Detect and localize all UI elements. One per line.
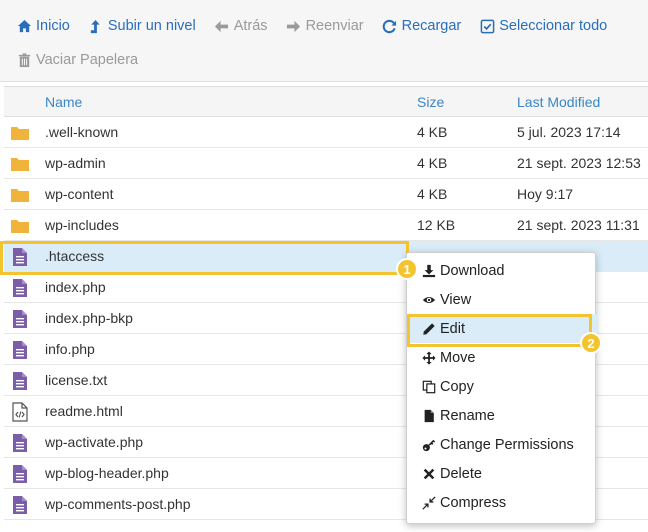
menu-item-copy[interactable]: Copy [407, 372, 597, 401]
folder-icon [10, 216, 30, 236]
copy-icon [421, 379, 437, 395]
up-level-button[interactable]: Subir un nivel [88, 18, 196, 34]
key-icon [421, 437, 437, 453]
html-file-icon [10, 402, 30, 422]
empty-trash-button[interactable]: Vaciar Papelera [16, 52, 138, 68]
menu-item-move[interactable]: Move [407, 343, 597, 372]
menu-item-compress[interactable]: Compress [407, 488, 597, 517]
reload-icon [382, 18, 398, 34]
menu-item-change-permissions[interactable]: Change Permissions [407, 430, 597, 459]
up-level-label: Subir un nivel [107, 18, 196, 34]
file-name: index.php-bkp [45, 310, 133, 326]
menu-item-label: Copy [440, 378, 474, 395]
menu-item-view[interactable]: View [407, 285, 597, 314]
menu-item-label: View [440, 291, 472, 308]
column-header-name[interactable]: Name [45, 94, 82, 110]
back-label: Atrás [233, 18, 268, 34]
toolbar: Inicio Subir un nivel Atrás Reenviar Rec… [0, 0, 648, 82]
menu-item-download[interactable]: Download [407, 256, 597, 285]
home-icon [16, 18, 32, 34]
file-modified: Hoy 9:17 [517, 186, 574, 202]
menu-item-label: Download [440, 262, 505, 279]
file-size: 12 KB [417, 217, 456, 233]
file-icon [10, 278, 30, 298]
highlight-edit [407, 314, 592, 347]
reload-button[interactable]: Recargar [382, 18, 462, 34]
folder-icon [10, 185, 30, 205]
file-icon [10, 464, 30, 484]
folder-icon [10, 154, 30, 174]
folder-icon [10, 123, 30, 143]
file-icon [10, 340, 30, 360]
file-name: wp-content [45, 186, 114, 202]
menu-item-delete[interactable]: Delete [407, 459, 597, 488]
column-header-modified[interactable]: Last Modified [517, 94, 600, 110]
toolbar-row-2: Vaciar Papelera [16, 48, 156, 72]
file-modified: 5 jul. 2023 17:14 [517, 124, 621, 140]
menu-item-label: Compress [440, 494, 507, 511]
toolbar-row-1: Inicio Subir un nivel Atrás Reenviar Rec… [16, 14, 625, 38]
menu-item-rename[interactable]: Rename [407, 401, 597, 430]
arrow-right-icon [286, 18, 302, 34]
eye-icon [421, 292, 437, 308]
menu-item-label: Rename [440, 407, 495, 424]
file-name: wp-activate.php [45, 434, 144, 450]
forward-label: Reenviar [305, 18, 364, 34]
menu-item-label: Delete [440, 465, 482, 482]
file-name: wp-comments-post.php [45, 496, 191, 512]
trash-icon [16, 52, 32, 68]
column-header-size[interactable]: Size [417, 94, 444, 110]
file-name: wp-includes [45, 217, 119, 233]
empty-trash-label: Vaciar Papelera [36, 52, 139, 68]
step-badge-2: 2 [580, 332, 602, 354]
file-modified: 21 sept. 2023 11:31 [517, 217, 640, 233]
download-icon [421, 263, 437, 279]
level-up-icon [88, 18, 104, 34]
file-size: 4 KB [417, 155, 448, 171]
home-label: Inicio [36, 18, 70, 34]
back-button[interactable]: Atrás [214, 18, 268, 34]
file-modified: 21 sept. 2023 12:53 [517, 155, 641, 171]
table-row[interactable]: wp-content 4 KB Hoy 9:17 [4, 179, 648, 210]
move-icon [421, 350, 437, 366]
table-row[interactable]: wp-includes 12 KB 21 sept. 2023 11:31 [4, 210, 648, 241]
menu-item-label: Change Permissions [440, 436, 574, 453]
forward-button[interactable]: Reenviar [286, 18, 364, 34]
file-icon [10, 309, 30, 329]
file-size: 4 KB [417, 186, 448, 202]
file-icon [10, 371, 30, 391]
table-header: Name Size Last Modified [4, 86, 648, 117]
compress-icon [421, 495, 437, 511]
highlight-htaccess [0, 241, 409, 275]
reload-label: Recargar [401, 18, 462, 34]
table-row[interactable]: .well-known 4 KB 5 jul. 2023 17:14 [4, 117, 648, 148]
home-button[interactable]: Inicio [16, 18, 70, 34]
table-row[interactable]: wp-admin 4 KB 21 sept. 2023 12:53 [4, 148, 648, 179]
file-name: license.txt [45, 372, 108, 388]
step-badge-1: 1 [396, 258, 418, 280]
file-name: index.php [45, 279, 106, 295]
context-menu: Download View Edit Move Copy Rename Change Per… [406, 252, 597, 524]
file-name: wp-blog-header.php [45, 465, 169, 481]
file-icon [421, 408, 437, 424]
file-icon [10, 433, 30, 453]
file-name: readme.html [45, 403, 123, 419]
menu-item-label: Move [440, 349, 476, 366]
arrow-left-icon [214, 18, 230, 34]
select-all-label: Seleccionar todo [499, 18, 608, 34]
file-name: info.php [45, 341, 95, 357]
checkbox-icon [479, 18, 495, 34]
file-icon [10, 495, 30, 515]
file-name: wp-admin [45, 155, 106, 171]
x-icon [421, 466, 437, 482]
file-size: 4 KB [417, 124, 448, 140]
select-all-button[interactable]: Seleccionar todo [479, 18, 607, 34]
file-name: .well-known [45, 124, 119, 140]
